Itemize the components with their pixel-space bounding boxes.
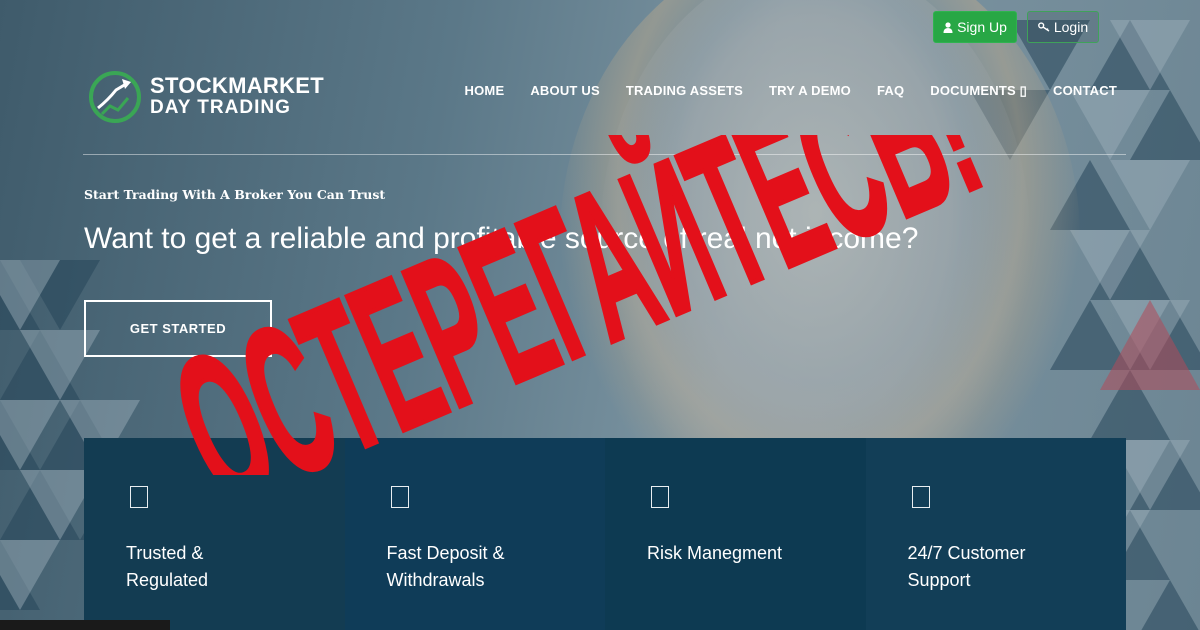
nav-about-us[interactable]: ABOUT US [530,83,600,99]
key-icon [1037,22,1050,32]
chart-arrow-logo-icon [89,71,141,123]
brand-line-2: DAY TRADING [150,97,291,118]
brand-logo[interactable]: STOCKMARKET DAY TRADING [88,70,324,124]
headset-icon [911,486,930,508]
user-icon [943,21,953,33]
feature-label: Fast Deposit & Withdrawals [386,543,505,590]
nav-home[interactable]: HOME [465,83,505,99]
feature-label: Trusted & Regulated [126,543,209,590]
nav-contact[interactable]: CONTACT [1053,83,1117,99]
sign-up-label: Sign Up [957,19,1007,35]
login-label: Login [1053,19,1089,35]
nav-trading-assets[interactable]: TRADING ASSETS [626,83,743,99]
chart-icon [651,486,669,508]
wallet-icon [390,486,409,508]
nav-try-a-demo[interactable]: TRY A DEMO [769,83,851,99]
warning-overlay: ОСТЕРЕГАЙТЕСЬ! [150,135,1009,475]
nav-faq[interactable]: FAQ [877,83,904,99]
feature-label: Risk Manegment [647,543,783,563]
feature-label: 24/7 Customer Support [907,543,1026,590]
warning-text: ОСТЕРЕГАЙТЕСЬ! [150,135,1007,475]
shield-icon [130,486,148,508]
login-button[interactable]: Login [1027,11,1099,43]
footer-edge [0,620,170,630]
sign-up-button[interactable]: Sign Up [933,11,1017,43]
main-navigation: HOME ABOUT US TRADING ASSETS TRY A DEMO … [465,83,1117,99]
brand-line-1: STOCKMARKET [150,73,325,98]
nav-documents[interactable]: DOCUMENTS ▯ [930,83,1027,99]
